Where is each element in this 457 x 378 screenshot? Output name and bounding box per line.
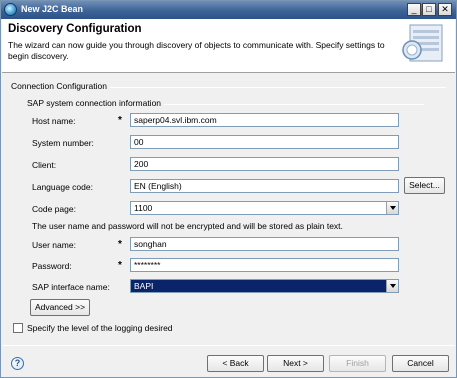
client-label: Client: [32, 160, 57, 170]
system-number-input[interactable]: 00 [130, 135, 399, 149]
system-number-label: System number: [32, 138, 94, 148]
client-input[interactable]: 200 [130, 157, 399, 171]
window-title: New J2C Bean [21, 4, 84, 14]
required-marker: * [118, 115, 122, 126]
connection-group-label: Connection Configuration [11, 81, 110, 91]
chevron-down-icon[interactable] [386, 280, 398, 292]
code-page-select[interactable]: 1100 [130, 201, 399, 215]
next-button[interactable]: Next > [267, 355, 324, 372]
app-icon [4, 3, 17, 16]
page-title: Discovery Configuration [8, 23, 142, 35]
language-label: Language code: [32, 182, 93, 192]
page-description: The wizard can now guide you through dis… [8, 40, 385, 61]
close-button[interactable]: ✕ [438, 3, 452, 16]
sap-group-label: SAP system connection information [27, 98, 165, 108]
password-input[interactable]: ******** [130, 258, 399, 272]
maximize-button[interactable]: □ [422, 3, 436, 16]
required-marker: * [118, 260, 122, 271]
password-label: Password: [32, 261, 72, 271]
required-marker: * [118, 239, 122, 250]
encryption-note: The user name and password will not be e… [32, 221, 343, 231]
code-page-value: 1100 [134, 203, 153, 213]
back-button[interactable]: < Back [207, 355, 264, 372]
host-label: Host name: [32, 116, 76, 126]
discovery-wizard-icon [402, 24, 443, 62]
logging-checkbox[interactable] [13, 323, 23, 333]
user-label: User name: [32, 240, 76, 250]
user-input[interactable]: songhan [130, 237, 399, 251]
interface-label: SAP interface name: [32, 282, 110, 292]
minimize-button[interactable]: _ [407, 3, 421, 16]
language-select-button[interactable]: Select... [404, 177, 445, 194]
help-icon[interactable]: ? [11, 357, 24, 370]
host-input[interactable]: saperp04.svl.ibm.com [130, 113, 399, 127]
chevron-down-icon[interactable] [386, 202, 398, 214]
title-bar[interactable]: New J2C Bean _ □ ✕ [1, 1, 456, 19]
logging-checkbox-label[interactable]: Specify the level of the logging desired [27, 323, 173, 333]
advanced-button[interactable]: Advanced >> [30, 299, 90, 316]
code-page-label: Code page: [32, 204, 76, 214]
wizard-window: New J2C Bean _ □ ✕ Discovery Configurati… [0, 0, 457, 378]
cancel-button[interactable]: Cancel [392, 355, 449, 372]
interface-value: BAPI [134, 281, 154, 291]
footer-separator [2, 345, 455, 346]
interface-select[interactable]: BAPI [130, 279, 399, 293]
finish-button: Finish [329, 355, 386, 372]
language-input[interactable]: EN (English) [130, 179, 399, 193]
wizard-header: Discovery Configuration The wizard can n… [2, 19, 455, 73]
